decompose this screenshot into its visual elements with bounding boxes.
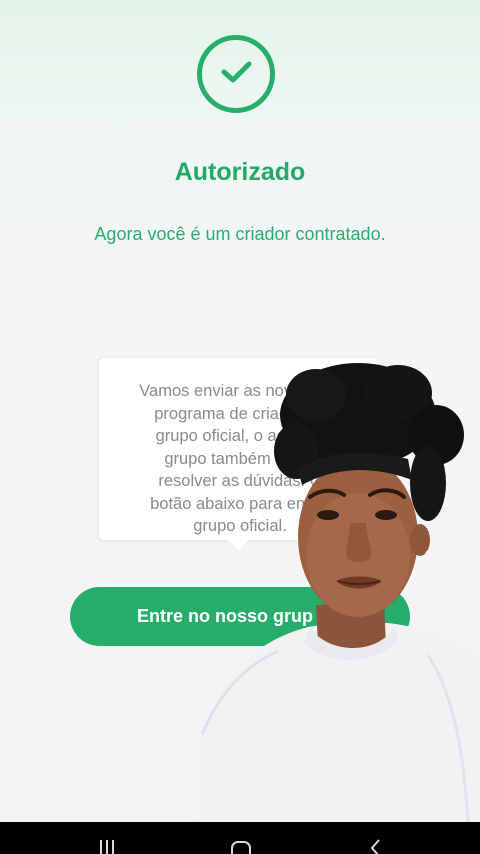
- status-title: Autorizado: [174, 158, 306, 186]
- recent-apps-icon[interactable]: [97, 832, 117, 854]
- back-icon[interactable]: [367, 832, 383, 854]
- home-icon[interactable]: [229, 832, 253, 854]
- person-illustration: [198, 363, 480, 822]
- person-video-overlay: [198, 355, 480, 822]
- authorization-screen: Autorizado Agora você é um criador contr…: [0, 0, 480, 822]
- system-navigation-bar: [0, 822, 480, 854]
- check-circle-icon: [197, 35, 275, 113]
- checkmark-icon: [221, 61, 252, 83]
- status-subtitle: Agora você é um criador contratado.: [94, 224, 386, 244]
